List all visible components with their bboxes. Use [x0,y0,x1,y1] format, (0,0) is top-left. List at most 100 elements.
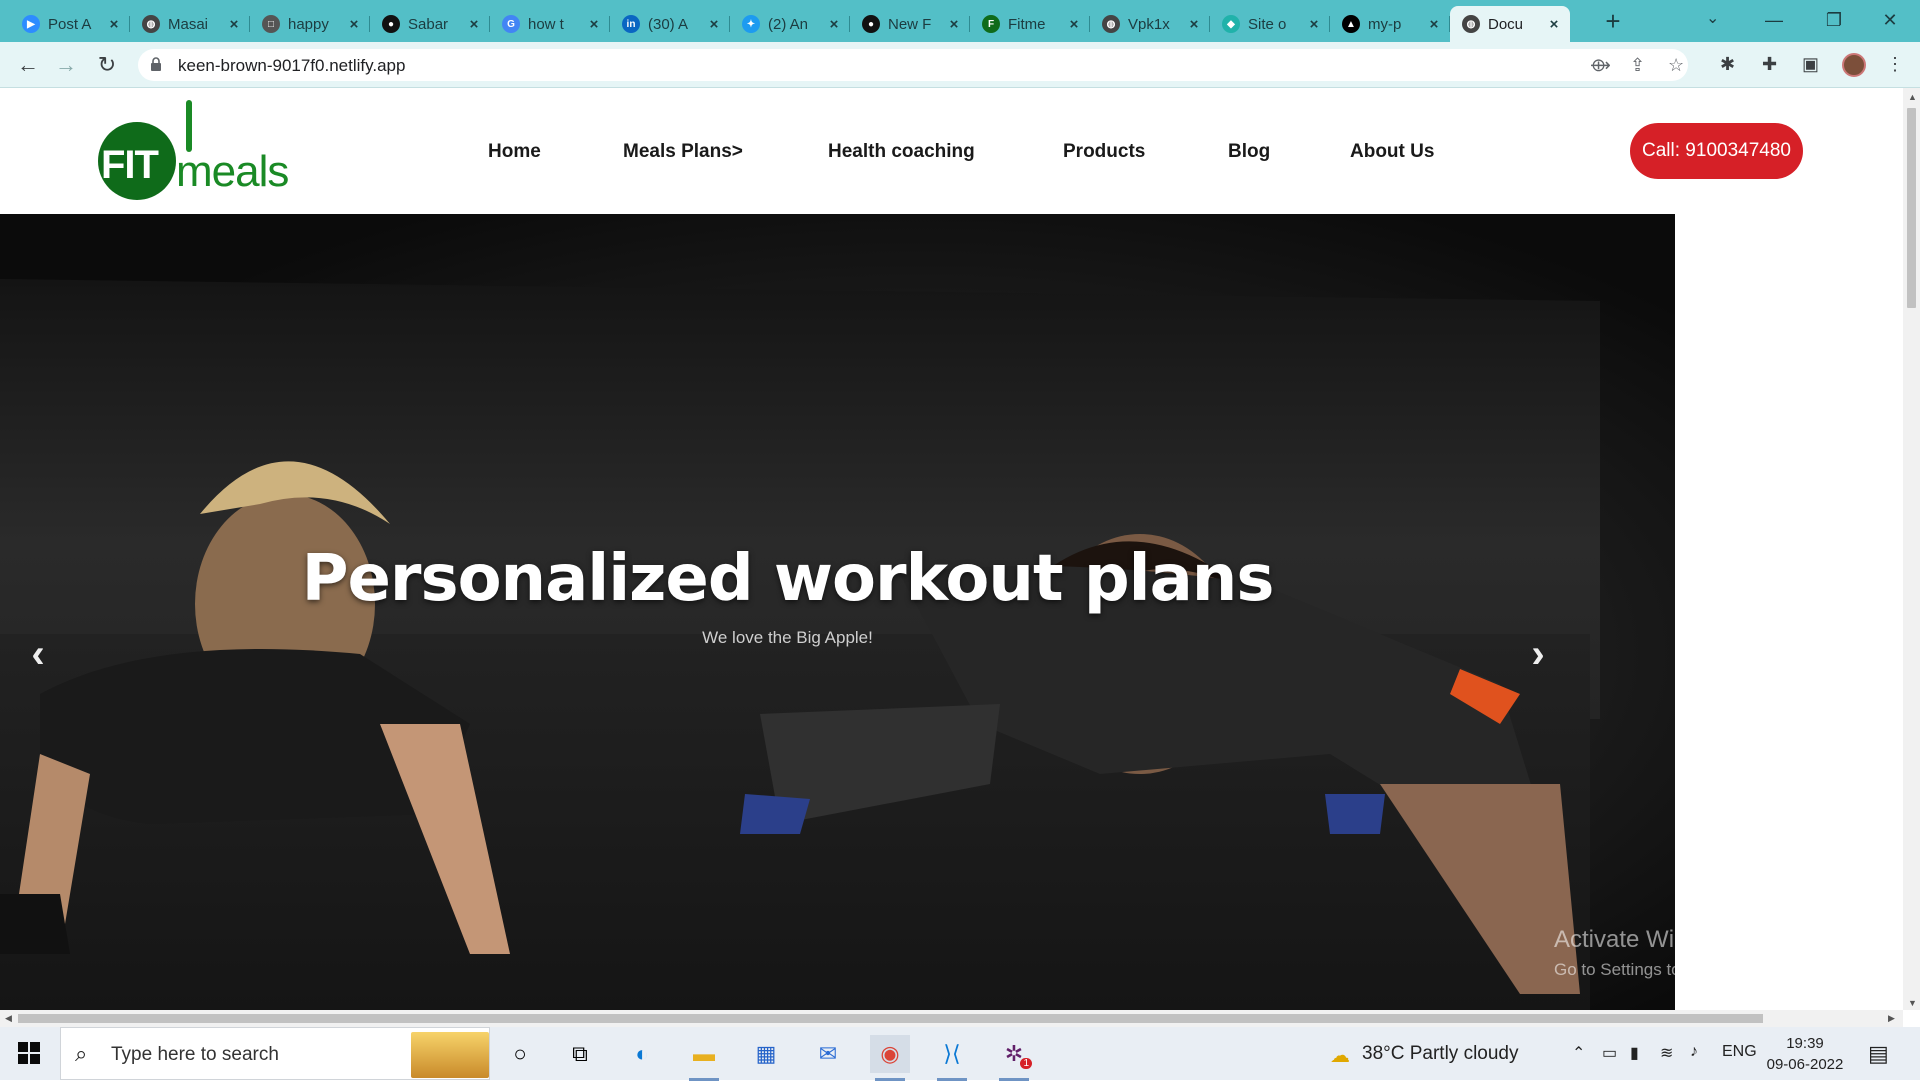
extension-bug-icon[interactable]: ✱ [1720,54,1735,75]
twitter-icon: ✦ [742,15,760,33]
hero-subtitle: We love the Big Apple! [702,628,873,647]
windows-start-icon[interactable] [18,1042,40,1064]
language-indicator[interactable]: ENG [1722,1043,1757,1061]
tab-close-icon[interactable]: × [1306,16,1322,33]
new-tab-button[interactable]: + [1598,6,1628,36]
fitmeals-icon: F [982,15,1000,33]
browser-tab[interactable]: F Fitme × [970,6,1090,42]
netlify-icon: ◆ [1222,15,1240,33]
close-window-button[interactable]: ✕ [1860,0,1920,40]
wifi-icon[interactable]: ≋ [1660,1043,1673,1063]
tab-close-icon[interactable]: × [1426,16,1442,33]
tab-close-icon[interactable]: × [946,16,962,33]
file-explorer-icon[interactable]: ▬ [684,1035,724,1081]
horizontal-scrollbar[interactable]: ◀ ▶ [0,1010,1903,1027]
fitmeals-logo[interactable]: FIT meals [98,100,298,200]
forward-button[interactable]: → [52,51,80,79]
show-hidden-icons-icon[interactable]: ⌃ [1572,1043,1585,1063]
globe-icon: ◍ [1462,15,1480,33]
edge-icon[interactable]: ◐ [622,1035,662,1073]
browser-tab[interactable]: □ happy × [250,6,370,42]
tab-close-icon[interactable]: × [226,16,242,33]
scroll-up-icon[interactable]: ▲ [1908,92,1917,102]
vscode-icon[interactable]: ⟩⟨ [932,1035,972,1081]
menu-kebab-icon[interactable]: ⋮ [1886,54,1904,75]
tab-close-icon[interactable]: × [826,16,842,33]
tab-title: my-p [1368,15,1402,33]
side-panel-icon[interactable]: ▣ [1802,54,1819,75]
system-clock[interactable]: 19:39 09-06-2022 [1764,1033,1846,1075]
profile-avatar[interactable] [1842,53,1866,77]
taskbar-search-box[interactable]: ⌕ Type here to search [60,1027,490,1080]
browser-tab[interactable]: ● Sabar × [370,6,490,42]
tab-close-icon[interactable]: × [706,16,722,33]
cortana-icon[interactable]: ○ [500,1035,540,1073]
extensions-puzzle-icon[interactable]: ✚ [1762,54,1777,75]
nav-home[interactable]: Home [488,141,541,163]
mail-icon[interactable]: ✉ [808,1035,848,1073]
browser-tab[interactable]: in (30) A × [610,6,730,42]
tab-close-icon[interactable]: × [1186,16,1202,33]
translate-icon[interactable]: ⟴ [1590,55,1611,76]
vertical-scrollbar[interactable]: ▲ ▼ [1903,88,1920,1010]
nav-health-coaching[interactable]: Health coaching [828,141,975,163]
browser-tab[interactable]: ▶ Post A × [10,6,130,42]
reload-button[interactable]: ↻ [93,51,121,79]
browser-tab[interactable]: ◆ Site o × [1210,6,1330,42]
tab-close-icon[interactable]: × [1546,16,1562,33]
zoom-icon: ▶ [22,15,40,33]
nav-about-us[interactable]: About Us [1350,141,1434,163]
address-bar[interactable]: keen-brown-9017f0.netlify.app ⟴ ⇪ ☆ [138,49,1688,81]
tab-close-icon[interactable]: × [106,16,122,33]
call-button[interactable]: Call: 9100347480 [1630,123,1803,179]
browser-tab[interactable]: ✦ (2) An × [730,6,850,42]
scroll-left-icon[interactable]: ◀ [5,1013,12,1024]
tab-close-icon[interactable]: × [1066,16,1082,33]
minimize-button[interactable]: — [1744,0,1804,40]
weather-text[interactable]: 38°C Partly cloudy [1362,1043,1519,1065]
url-text[interactable]: keen-brown-9017f0.netlify.app [178,56,405,76]
browser-toolbar: ← → ↻ keen-brown-9017f0.netlify.app ⟴ ⇪ … [0,42,1920,88]
browser-tab[interactable]: ◍ Masai × [130,6,250,42]
microsoft-store-icon[interactable]: ▦ [746,1035,786,1073]
tab-search-icon[interactable]: ⌄ [1706,8,1719,28]
meet-now-icon[interactable]: ▭ [1602,1043,1617,1063]
share-icon[interactable]: ⇪ [1630,55,1645,76]
battery-icon[interactable]: ▮ [1630,1043,1639,1063]
tab-close-icon[interactable]: × [586,16,602,33]
scroll-down-icon[interactable]: ▼ [1908,998,1917,1008]
horizontal-scroll-thumb[interactable] [18,1014,1763,1023]
tab-title: Masai [168,15,209,33]
hero-carousel: Personalized workout plans We love the B… [0,214,1675,1010]
vertical-scroll-thumb[interactable] [1907,108,1916,308]
nav-products[interactable]: Products [1063,141,1145,163]
search-highlight-image[interactable] [411,1032,489,1078]
notification-center-icon[interactable]: ▤ [1868,1041,1889,1067]
chevron-left-icon[interactable]: ‹ [18,634,58,674]
nav-meal-plans[interactable]: Meals Plans> [623,141,743,163]
volume-icon[interactable]: ♪ [1690,1043,1698,1061]
browser-tab[interactable]: ◍ Vpk1x × [1090,6,1210,42]
chevron-right-icon[interactable]: › [1518,634,1558,674]
nav-blog[interactable]: Blog [1228,141,1270,163]
tab-close-icon[interactable]: × [346,16,362,33]
task-view-icon[interactable]: ⧉ [560,1035,600,1073]
weather-icon[interactable]: ☁ [1330,1043,1350,1068]
tab-title: New F [888,15,932,33]
browser-tab[interactable]: ● New F × [850,6,970,42]
slack-icon[interactable]: ✲ 1 [994,1035,1034,1081]
bookmark-star-icon[interactable]: ☆ [1668,55,1684,76]
lock-icon [151,57,161,71]
github-icon: ● [862,15,880,33]
tab-close-icon[interactable]: × [466,16,482,33]
back-button[interactable]: ← [14,51,42,79]
browser-tab[interactable]: ◍ Docu × [1450,6,1570,42]
hero-workout-photo [0,461,1580,994]
browser-tab[interactable]: ▲ my-p × [1330,6,1450,42]
tab-title: Fitme [1008,15,1046,33]
browser-tab[interactable]: Ghow t × [490,6,610,42]
scroll-right-icon[interactable]: ▶ [1888,1013,1895,1024]
chrome-icon[interactable]: ◉ [870,1035,910,1081]
restore-button[interactable]: ❐ [1804,0,1864,40]
linkedin-icon: in [622,15,640,33]
